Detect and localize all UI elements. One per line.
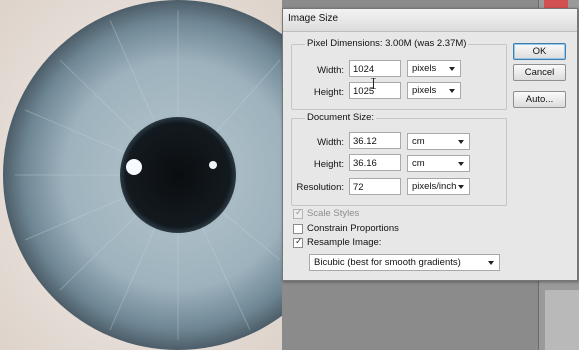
resample-method-select[interactable]: Bicubic (best for smooth gradients)	[309, 254, 500, 271]
checkmark-icon: ✓	[295, 207, 303, 217]
pixel-width-unit: pixels	[412, 63, 437, 74]
eye-image	[0, 0, 282, 350]
catchlight-right	[209, 161, 217, 169]
dialog-titlebar[interactable]: Image Size	[283, 9, 577, 32]
text-cursor-icon	[371, 78, 376, 89]
doc-height-field[interactable]: 36.16	[349, 154, 401, 171]
chevron-down-icon	[458, 162, 464, 166]
image-size-dialog: Image Size Pixel Dimensions: 3.00M (was …	[282, 8, 578, 281]
chevron-down-icon	[449, 67, 455, 71]
pixel-height-label: Height:	[313, 87, 344, 98]
dialog-title: Image Size	[288, 13, 339, 24]
chevron-down-icon	[458, 185, 464, 189]
ok-button[interactable]: OK	[513, 43, 566, 60]
resample-image-checkbox[interactable]: ✓	[293, 236, 303, 248]
pixel-width-field[interactable]: 1024	[349, 60, 401, 77]
auto-button[interactable]: Auto...	[513, 91, 566, 108]
resample-method-value: Bicubic (best for smooth gradients)	[314, 257, 461, 268]
doc-width-unit-select[interactable]: cm	[407, 133, 470, 150]
resample-image-label: Resample Image:	[307, 237, 382, 248]
scale-styles-label: Scale Styles	[307, 208, 360, 219]
chevron-down-icon	[488, 261, 494, 265]
eye-photo	[0, 0, 282, 350]
resolution-label: Resolution:	[296, 182, 344, 193]
chevron-down-icon	[458, 140, 464, 144]
doc-height-label: Height:	[313, 159, 344, 170]
doc-width-unit: cm	[412, 136, 425, 147]
pixel-dimensions-legend: Pixel Dimensions: 3.00M (was 2.37M)	[305, 38, 469, 49]
pixel-height-unit: pixels	[412, 85, 437, 96]
doc-width-field[interactable]: 36.12	[349, 132, 401, 149]
chevron-down-icon	[449, 89, 455, 93]
scale-styles-checkbox[interactable]: ✓	[293, 207, 303, 219]
pixel-dimensions-group	[291, 44, 507, 110]
doc-width-label: Width:	[317, 137, 344, 148]
pixel-width-label: Width:	[317, 65, 344, 76]
doc-height-unit-select[interactable]: cm	[407, 155, 470, 172]
catchlight-left	[126, 159, 142, 175]
resolution-unit-select[interactable]: pixels/inch	[407, 178, 470, 195]
constrain-proportions-checkbox[interactable]	[293, 224, 303, 234]
cancel-button[interactable]: Cancel	[513, 64, 566, 81]
resolution-field[interactable]: 72	[349, 178, 401, 195]
checkmark-icon: ✓	[295, 236, 303, 246]
panel-dock-bottom	[545, 290, 579, 350]
resolution-unit: pixels/inch	[412, 181, 457, 192]
constrain-proportions-label: Constrain Proportions	[307, 223, 399, 234]
doc-height-unit: cm	[412, 158, 425, 169]
document-size-legend: Document Size:	[305, 112, 377, 123]
pixel-width-unit-select[interactable]: pixels	[407, 60, 461, 77]
pixel-height-unit-select[interactable]: pixels	[407, 82, 461, 99]
pupil	[120, 117, 236, 233]
